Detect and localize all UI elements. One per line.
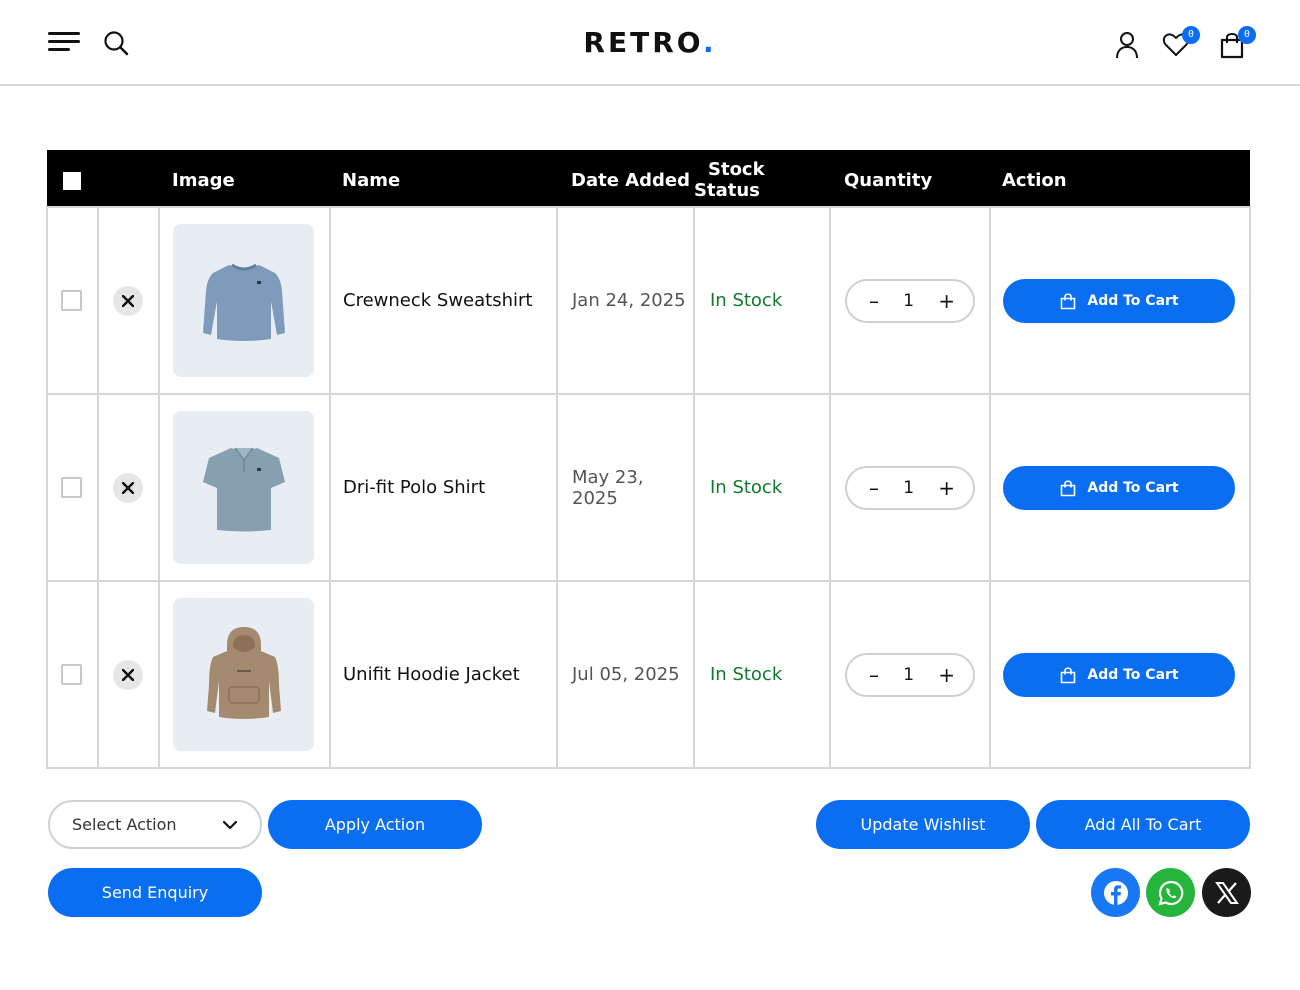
- close-icon: [122, 668, 134, 681]
- update-wishlist-button[interactable]: Update Wishlist: [816, 800, 1030, 849]
- header-stock-label: Stock Status: [694, 159, 765, 201]
- wishlist-table: Image Name Date Added Stock Status Quant…: [46, 150, 1251, 769]
- sweatshirt-image[interactable]: [173, 224, 314, 377]
- header-date-label: Date Added: [571, 169, 690, 191]
- header-quantity: Quantity: [830, 150, 990, 207]
- date-added: Jul 05, 2025: [556, 580, 695, 769]
- row-checkbox[interactable]: [61, 477, 82, 498]
- remove-item-button[interactable]: [113, 659, 143, 690]
- qty-decrease-button[interactable]: –: [869, 476, 879, 500]
- add-to-cart-label: Add To Cart: [1087, 666, 1179, 683]
- close-icon: [122, 294, 134, 307]
- qty-increase-button[interactable]: +: [938, 476, 955, 500]
- heart-icon[interactable]: 0: [1162, 26, 1200, 60]
- stock-status: In Stock: [693, 580, 831, 769]
- row-checkbox-cell: [46, 393, 99, 582]
- bag-icon: [1061, 666, 1076, 683]
- header-action: Action: [990, 150, 1250, 207]
- remove-cell: [97, 393, 160, 582]
- remove-cell: [97, 206, 160, 395]
- header-image-label: Image: [172, 169, 235, 191]
- stock-status: In Stock: [693, 393, 831, 582]
- bag-icon: [1061, 292, 1076, 309]
- row-checkbox[interactable]: [61, 290, 82, 311]
- x-icon: [1214, 881, 1239, 904]
- product-name[interactable]: Dri-fit Polo Shirt: [329, 393, 558, 582]
- table-row: Dri-fit Polo Shirt May 23, 2025 In Stock…: [46, 393, 1251, 582]
- header-name-label: Name: [342, 169, 401, 191]
- qty-value[interactable]: 1: [903, 291, 914, 311]
- logo-text: RETRO: [583, 26, 703, 59]
- quantity-stepper: – 1 +: [845, 278, 975, 323]
- site-logo[interactable]: RETRO.: [0, 26, 1300, 59]
- row-checkbox-cell: [46, 580, 99, 769]
- image-cell: [158, 393, 331, 582]
- quantity-cell: – 1 +: [829, 580, 991, 769]
- table-row: Unifit Hoodie Jacket Jul 05, 2025 In Sto…: [46, 580, 1251, 769]
- apply-action-button[interactable]: Apply Action: [268, 800, 482, 849]
- header-action-label: Action: [1002, 169, 1067, 191]
- table-header-row: Image Name Date Added Stock Status Quant…: [47, 150, 1250, 207]
- send-enquiry-button[interactable]: Send Enquiry: [48, 868, 262, 917]
- stock-status: In Stock: [693, 206, 831, 395]
- select-all-checkbox[interactable]: [63, 171, 81, 190]
- facebook-icon: [1103, 880, 1128, 905]
- chevron-down-icon: [222, 820, 238, 829]
- quantity-cell: – 1 +: [829, 206, 991, 395]
- header-date: Date Added: [557, 150, 694, 207]
- header-name: Name: [330, 150, 557, 207]
- product-name[interactable]: Crewneck Sweatshirt: [329, 206, 558, 395]
- qty-increase-button[interactable]: +: [938, 289, 955, 313]
- user-icon[interactable]: [1113, 30, 1141, 60]
- bag-icon[interactable]: 0: [1218, 26, 1256, 60]
- product-name[interactable]: Unifit Hoodie Jacket: [329, 580, 558, 769]
- remove-item-button[interactable]: [113, 472, 143, 503]
- header-remove-cell: [98, 150, 159, 207]
- qty-increase-button[interactable]: +: [938, 663, 955, 687]
- qty-decrease-button[interactable]: –: [869, 663, 879, 687]
- date-added: May 23, 2025: [556, 393, 695, 582]
- header-stock: Stock Status: [694, 150, 830, 207]
- x-share-button[interactable]: [1202, 868, 1251, 917]
- select-action-value: Select Action: [72, 815, 177, 834]
- add-to-cart-button[interactable]: Add To Cart: [1003, 652, 1235, 697]
- action-cell: Add To Cart: [989, 393, 1251, 582]
- logo-dot: .: [702, 26, 717, 59]
- close-icon: [122, 481, 134, 494]
- qty-decrease-button[interactable]: –: [869, 289, 879, 313]
- remove-cell: [97, 580, 160, 769]
- whatsapp-icon: [1157, 880, 1183, 906]
- facebook-share-button[interactable]: [1091, 868, 1140, 917]
- polo-shirt-image[interactable]: [173, 411, 314, 564]
- action-cell: Add To Cart: [989, 206, 1251, 395]
- action-cell: Add To Cart: [989, 580, 1251, 769]
- quantity-stepper: – 1 +: [845, 652, 975, 697]
- bag-icon: [1061, 479, 1076, 496]
- add-to-cart-button[interactable]: Add To Cart: [1003, 278, 1235, 323]
- header-select-all-cell: [47, 150, 98, 207]
- add-to-cart-label: Add To Cart: [1087, 479, 1179, 496]
- header-quantity-label: Quantity: [844, 169, 933, 191]
- select-action-dropdown[interactable]: Select Action: [48, 800, 262, 849]
- image-cell: [158, 580, 331, 769]
- remove-item-button[interactable]: [113, 285, 143, 316]
- add-all-to-cart-button[interactable]: Add All To Cart: [1036, 800, 1250, 849]
- quantity-cell: – 1 +: [829, 393, 991, 582]
- image-cell: [158, 206, 331, 395]
- table-row: Crewneck Sweatshirt Jan 24, 2025 In Stoc…: [46, 206, 1251, 395]
- date-added: Jan 24, 2025: [556, 206, 695, 395]
- hoodie-image[interactable]: [173, 598, 314, 751]
- add-to-cart-button[interactable]: Add To Cart: [1003, 465, 1235, 510]
- quantity-stepper: – 1 +: [845, 465, 975, 510]
- header-image: Image: [159, 150, 330, 207]
- qty-value[interactable]: 1: [903, 665, 914, 685]
- cart-count-badge: 0: [1238, 26, 1256, 44]
- wishlist-count-badge: 0: [1182, 26, 1200, 44]
- row-checkbox[interactable]: [61, 664, 82, 685]
- add-to-cart-label: Add To Cart: [1087, 292, 1179, 309]
- row-checkbox-cell: [46, 206, 99, 395]
- site-header: RETRO. 0 0: [0, 0, 1300, 86]
- whatsapp-share-button[interactable]: [1146, 868, 1195, 917]
- qty-value[interactable]: 1: [903, 478, 914, 498]
